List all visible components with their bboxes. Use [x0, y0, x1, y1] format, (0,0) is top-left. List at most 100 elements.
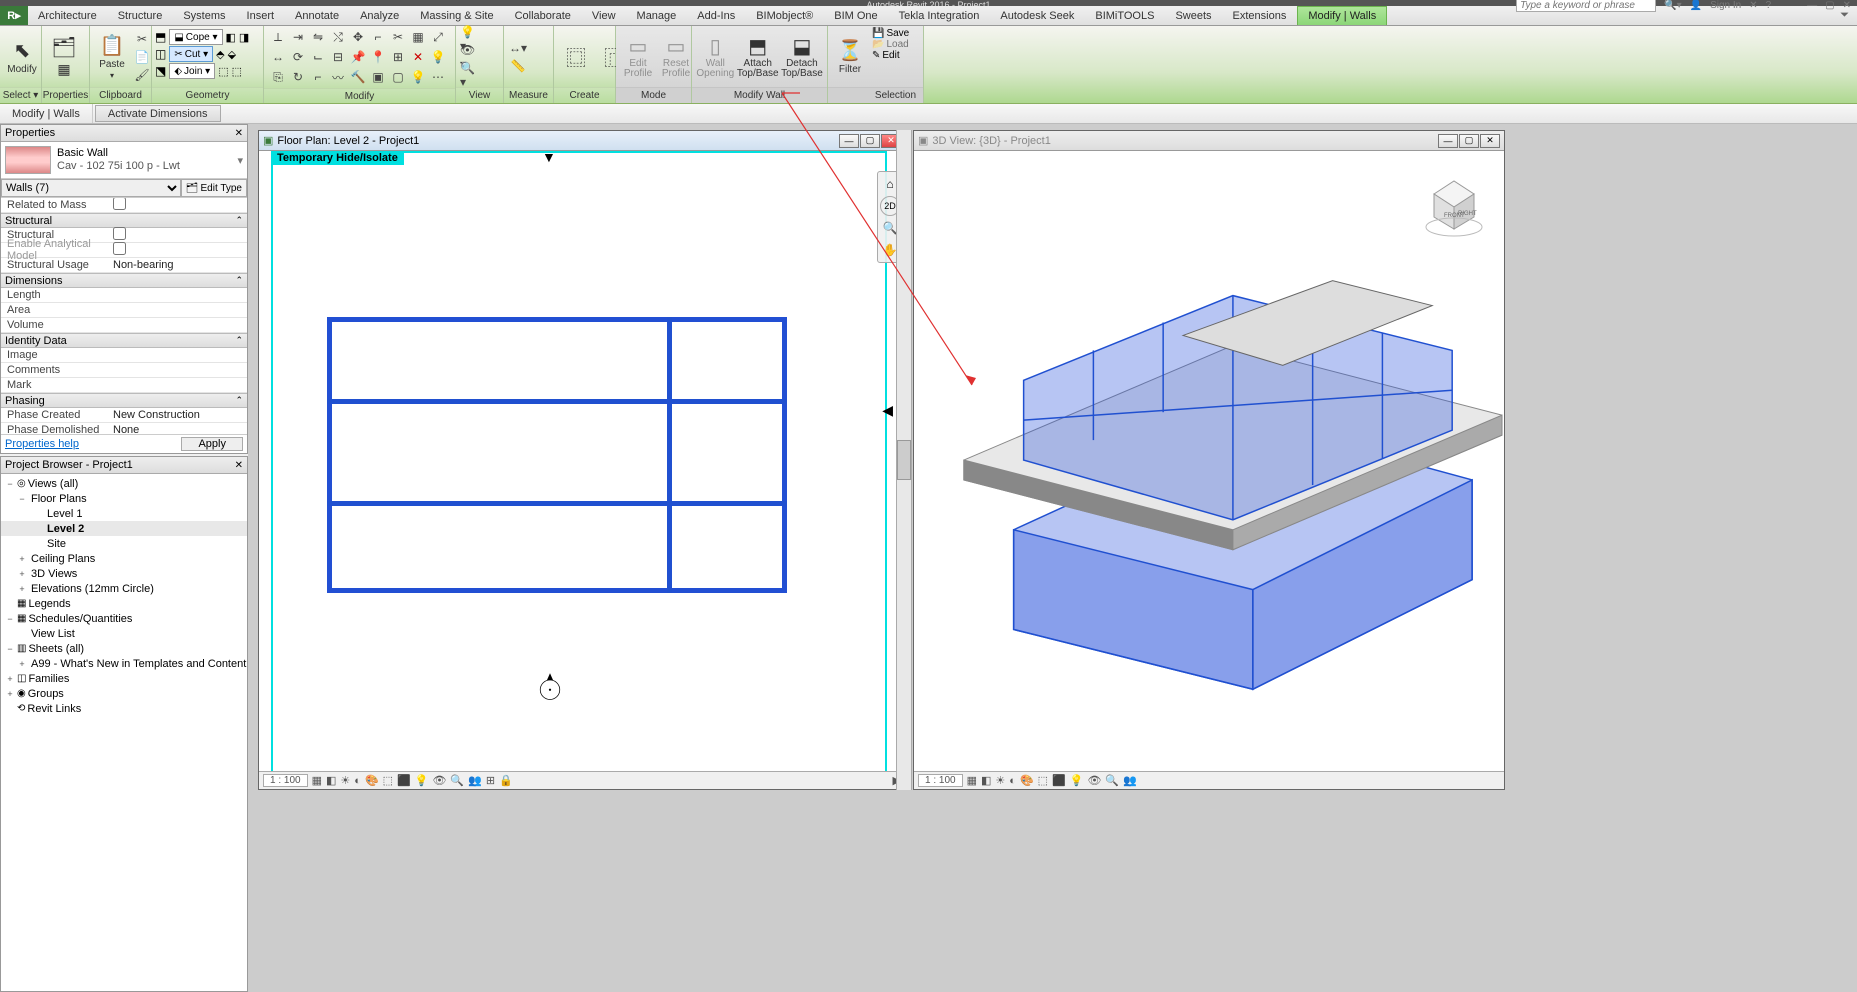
type-selector[interactable]: Basic Wall Cav - 102 75i 100 p - Lwt ▾	[1, 142, 247, 179]
tree-node[interactable]: ▦Legends	[1, 596, 247, 611]
notch-icon[interactable]: ⬒	[155, 30, 166, 44]
misc-button[interactable]: ⋯	[428, 68, 448, 86]
instance-filter-select[interactable]: Walls (7)	[1, 179, 181, 197]
measure-align-button[interactable]: ↔▾	[508, 39, 528, 57]
analytical-button[interactable]: ⊞	[486, 774, 495, 787]
unhide-button[interactable]: 💡	[415, 774, 429, 787]
unpin-button[interactable]: 📍	[368, 48, 388, 66]
tab-sweets[interactable]: Sweets	[1165, 6, 1222, 25]
window-close-icon[interactable]: ✕	[1843, 0, 1851, 11]
ungroup-button[interactable]: ▢	[388, 68, 408, 86]
tab-annotate[interactable]: Annotate	[285, 6, 350, 25]
tab-autodesk-seek[interactable]: Autodesk Seek	[990, 6, 1085, 25]
paste-button[interactable]: 📋 Paste ▾	[94, 34, 130, 80]
3d-sun-button[interactable]: ☀	[995, 774, 1005, 787]
tree-node[interactable]: +A99 - What's New in Templates and Conte…	[1, 656, 247, 671]
3d-scale-selector[interactable]: 1 : 100	[918, 774, 963, 787]
3d-visual-style-button[interactable]: ◧	[981, 774, 991, 787]
pin-button[interactable]: 📌	[348, 48, 368, 66]
tree-node[interactable]: +Elevations (12mm Circle)	[1, 581, 247, 596]
temp-hide-button[interactable]: 👁	[432, 774, 446, 787]
3d-unhide-button[interactable]: 💡	[1070, 774, 1084, 787]
mirror-draw-button[interactable]: ⤭	[328, 28, 348, 46]
3d-shadows-button[interactable]: ◐	[1009, 775, 1016, 787]
join-button[interactable]: ⬖Join ▾	[169, 63, 215, 79]
group-button[interactable]: ▣	[368, 68, 388, 86]
wall-exterior[interactable]	[327, 317, 787, 593]
properties-help-link[interactable]: Properties help	[5, 438, 79, 450]
floor-plan-canvas[interactable]: Temporary Hide/Isolate ▼ ◀ ⌂ 2D	[259, 151, 905, 789]
prop-checkbox[interactable]	[113, 242, 126, 255]
tab-view[interactable]: View	[582, 6, 627, 25]
search-toggle-icon[interactable]: 🔍▾	[1664, 0, 1681, 11]
tab-architecture[interactable]: Architecture	[28, 6, 108, 25]
tree-expand-icon[interactable]: +	[5, 674, 15, 684]
3d-reveal-button[interactable]: 🔍	[1105, 774, 1119, 787]
help-icon[interactable]: ?	[1766, 0, 1772, 11]
attach-top-base-button[interactable]: ⬒Attach Top/Base	[737, 34, 779, 79]
tree-node[interactable]: Site	[1, 536, 247, 551]
demolish-button[interactable]: 🔨	[348, 68, 368, 86]
linework-button[interactable]: 〰	[328, 68, 348, 86]
rotate2-button[interactable]: ↻	[288, 68, 308, 86]
project-browser-tree[interactable]: −◎Views (all)−Floor PlansLevel 1Level 2S…	[1, 474, 247, 991]
prop-category[interactable]: Dimensions⌃	[1, 273, 247, 288]
save-selection-button[interactable]: 💾Save	[872, 28, 909, 39]
browser-close-icon[interactable]: ✕	[235, 460, 243, 471]
tab-bimobject-[interactable]: BIMobject®	[746, 6, 824, 25]
type-dropdown-icon[interactable]: ▾	[237, 154, 243, 167]
wall-interior-h1[interactable]	[327, 399, 787, 404]
copy-button[interactable]: ⎘	[268, 68, 288, 86]
scale-button[interactable]: ⤢	[428, 28, 448, 46]
filter-button[interactable]: ⏳Filter	[832, 39, 868, 75]
crop-view-button[interactable]: ⬚	[383, 774, 393, 787]
tab-extensions[interactable]: Extensions	[1223, 6, 1298, 25]
array2-button[interactable]: ⊞	[388, 48, 408, 66]
tab-manage[interactable]: Manage	[627, 6, 688, 25]
tab-tekla-integration[interactable]: Tekla Integration	[889, 6, 991, 25]
load-selection-button[interactable]: 📂Load	[872, 39, 909, 50]
3d-close-button[interactable]: ✕	[1480, 134, 1500, 148]
move-button[interactable]: ✥	[348, 28, 368, 46]
small-geom6-icon[interactable]: ⬚	[232, 65, 242, 78]
prop-row[interactable]: Enable Analytical Model	[1, 243, 247, 258]
prop-checkbox[interactable]	[113, 198, 126, 210]
tree-node[interactable]: Level 1	[1, 506, 247, 521]
activate-dimensions-button[interactable]: Activate Dimensions	[95, 105, 221, 122]
tree-node[interactable]: +◉Groups	[1, 686, 247, 701]
create-similar-button[interactable]: ⿴	[558, 45, 594, 69]
prop-row[interactable]: Structural UsageNon-bearing	[1, 258, 247, 273]
view-temp-button[interactable]: 🔍▾	[460, 66, 480, 84]
small-geom3-icon[interactable]: ⬘	[216, 48, 224, 61]
wall-interior-h2[interactable]	[327, 501, 787, 506]
property-grid[interactable]: Related to MassStructural⌃StructuralEnab…	[1, 198, 247, 434]
cut-clipboard-button[interactable]: ✂	[132, 30, 152, 48]
measure-between-button[interactable]: 📏	[508, 57, 528, 75]
prop-row[interactable]: Phase CreatedNew Construction	[1, 408, 247, 423]
tree-node[interactable]: +Ceiling Plans	[1, 551, 247, 566]
visual-style-button[interactable]: ◧	[326, 774, 336, 787]
tab-insert[interactable]: Insert	[237, 6, 286, 25]
tab-systems[interactable]: Systems	[173, 6, 236, 25]
tree-node[interactable]: Level 2	[1, 521, 247, 536]
apply-button[interactable]: Apply	[181, 437, 243, 451]
rotate-button[interactable]: ⟳	[288, 48, 308, 66]
signin-button[interactable]: Sign In	[1710, 0, 1741, 11]
prop-row[interactable]: Mark	[1, 378, 247, 393]
offset-button[interactable]: ⇥	[288, 28, 308, 46]
window-maximize-icon[interactable]: ▢	[1825, 0, 1834, 11]
window-minimize-icon[interactable]: —	[1807, 0, 1817, 11]
tab-structure[interactable]: Structure	[108, 6, 174, 25]
split-icon[interactable]: ◫	[155, 47, 166, 61]
view-maximize-button[interactable]: ▢	[860, 134, 880, 148]
cut-geometry-button[interactable]: ✂Cut ▾	[169, 46, 213, 62]
tree-node[interactable]: View List	[1, 626, 247, 641]
app-menu-button[interactable]: R▸	[0, 6, 28, 25]
tree-expand-icon[interactable]: +	[17, 659, 27, 669]
mirror-axis-button[interactable]: ⇋	[308, 28, 328, 46]
move2-button[interactable]: ↔	[268, 48, 288, 66]
tree-node[interactable]: +◫Families	[1, 671, 247, 686]
tab-massing-site[interactable]: Massing & Site	[410, 6, 504, 25]
3d-crop-button[interactable]: ⬚	[1038, 774, 1048, 787]
view-scrollbar[interactable]	[896, 130, 912, 790]
